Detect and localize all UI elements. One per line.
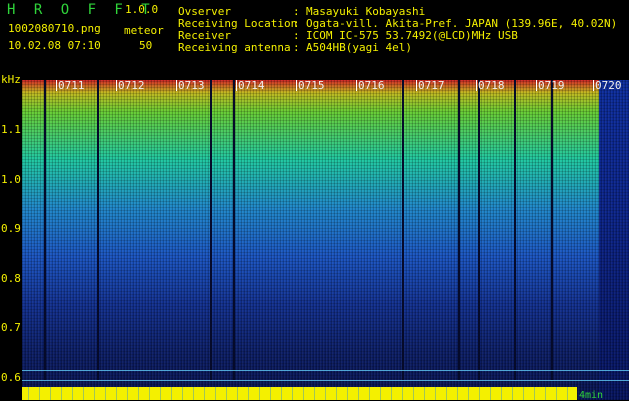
vertical-trace	[478, 80, 480, 380]
minute-tick	[416, 80, 417, 91]
minute-tick	[176, 80, 177, 91]
minute-label: 0719	[538, 79, 565, 92]
minute-tick	[593, 80, 594, 91]
minute-tick	[56, 80, 57, 91]
minute-label: 0714	[238, 79, 265, 92]
y-label: 1.1	[1, 123, 21, 136]
minute-tick	[296, 80, 297, 91]
minute-tick	[116, 80, 117, 91]
spectrogram	[22, 80, 629, 400]
signal-level-strip	[22, 387, 577, 400]
vertical-trace	[458, 80, 460, 380]
minute-label: 0712	[118, 79, 145, 92]
y-label: 1.0	[1, 173, 21, 186]
file-name: 1002080710.png	[8, 22, 101, 35]
minute-label: 0711	[58, 79, 85, 92]
minute-label: 0716	[358, 79, 385, 92]
y-axis-unit: kHz	[1, 73, 21, 86]
vertical-trace	[233, 80, 235, 380]
colon: :	[293, 41, 300, 54]
minute-tick	[356, 80, 357, 91]
minute-tick	[536, 80, 537, 91]
vertical-trace	[514, 80, 516, 380]
capture-datetime: 10.02.08 07:10	[8, 39, 101, 52]
minute-tick	[476, 80, 477, 91]
vertical-trace	[210, 80, 212, 380]
y-label: 0.7	[1, 321, 21, 334]
minute-label: 0715	[298, 79, 325, 92]
minute-tick	[236, 80, 237, 91]
y-label: 0.8	[1, 272, 21, 285]
spectrogram-current-minute	[599, 80, 629, 400]
vertical-trace	[402, 80, 404, 380]
reference-line	[22, 370, 629, 371]
meteor-count: 50	[139, 39, 153, 52]
y-label: 0.6	[1, 371, 21, 384]
antenna-label: Receiving antenna	[178, 41, 291, 54]
vertical-trace	[97, 80, 99, 380]
mode-label: meteor	[124, 24, 164, 37]
minute-label: 0720	[595, 79, 622, 92]
minute-label: 0713	[178, 79, 205, 92]
reference-line	[22, 380, 629, 381]
header-panel: H R O F F T 1.0.0 1002080710.png meteor …	[0, 0, 629, 76]
vertical-trace	[44, 80, 46, 380]
vertical-trace	[551, 80, 553, 380]
y-label: 0.9	[1, 222, 21, 235]
antenna-value: A504HB(yagi 4el)	[306, 41, 412, 54]
bottom-note: 4min	[579, 390, 604, 401]
app-version: 1.0.0	[125, 3, 159, 16]
minute-label: 0718	[478, 79, 505, 92]
minute-label: 0717	[418, 79, 445, 92]
